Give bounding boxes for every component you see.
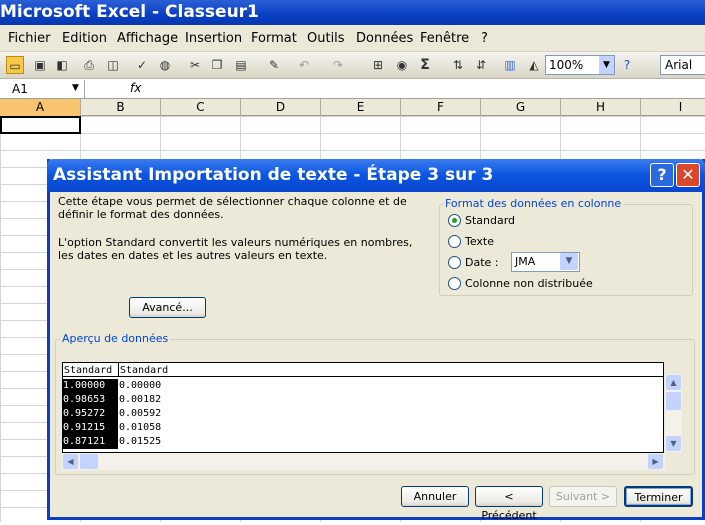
sort-ascending-icon[interactable]: ⇅ [449,56,467,74]
horizontal-scrollbar[interactable]: ◀ ▶ [62,453,665,470]
next-button[interactable]: Suivant > [549,486,617,507]
preview-group-label: Aperçu de données [60,332,171,346]
column-headers: A B C D E F G H I [0,99,705,116]
advanced-button[interactable]: Avancé... [129,297,206,318]
open-icon[interactable]: ▭ [6,56,24,74]
chevron-down-icon[interactable]: ▼ [72,83,79,93]
menu-help[interactable]: ? [481,31,488,46]
column-header[interactable]: H [561,99,641,116]
menu-bar: Fichier Edition Affichage Insertion Form… [0,25,705,52]
preview-cell: 0.00592 [119,408,162,419]
menu-outils[interactable]: Outils [307,31,345,46]
preview-cell: 0.95272 [63,407,118,421]
save-icon[interactable]: ▣ [31,56,49,74]
radio-standard-label[interactable]: Standard [465,214,515,228]
scroll-up-icon[interactable]: ▲ [666,375,681,390]
preview-header[interactable]: Standard [120,365,168,376]
preview-cell: 1.00000 [63,379,118,393]
standard-toolbar: ▭ ▣ ◧ ⎙ ◫ ✓ ◍ ✂ ❐ ▤ ✎ ↶ ↷ ⊞ ◉ Σ ⇅ ⇵ ▥ ◭ … [0,52,705,79]
preview-cell: 0.91215 [63,421,118,435]
column-header[interactable]: C [161,99,241,116]
window-title: Microsoft Excel - Classeur1 [0,0,705,25]
intro-text: Cette étape vous permet de sélectionner … [58,195,407,208]
menu-fichier[interactable]: Fichier [8,31,51,46]
help-icon[interactable]: ? [618,56,636,74]
menu-fenetre[interactable]: Fenêtre [420,31,469,46]
sort-descending-icon[interactable]: ⇵ [472,56,490,74]
function-icon[interactable]: fx [130,81,141,95]
help-button[interactable]: ? [650,163,674,187]
copy-icon[interactable]: ❐ [208,56,226,74]
font-select[interactable]: Arial [660,55,705,75]
menu-insertion[interactable]: Insertion [185,31,242,46]
radio-text[interactable] [448,235,461,248]
preview-divider [118,363,119,377]
column-header[interactable]: B [81,99,161,116]
autosum-icon[interactable]: Σ [416,56,434,74]
radio-text-label[interactable]: Texte [465,235,494,249]
preview-cell: 0.00000 [119,380,162,391]
print-preview-icon[interactable]: ◫ [104,56,122,74]
column-header[interactable]: A [0,99,81,116]
scroll-right-icon[interactable]: ▶ [648,454,663,469]
spelling-icon[interactable]: ✓ [133,56,151,74]
menu-edition[interactable]: Edition [62,31,107,46]
permission-icon[interactable]: ◧ [53,56,71,74]
intro-text: définir le format des données. [58,208,224,221]
print-icon[interactable]: ⎙ [80,56,98,74]
radio-skip[interactable] [448,277,461,290]
intro-text: L'option Standard convertit les valeurs … [58,236,413,249]
menu-format[interactable]: Format [251,31,297,46]
chart-wizard-icon[interactable]: ▥ [501,56,519,74]
data-preview[interactable]: Standard Standard 1.00000 0.98653 0.9527… [62,362,664,453]
intro-text: les dates en dates et les autres valeurs… [58,249,328,262]
dialog-title: Assistant Importation de texte - Étape 3… [47,159,705,192]
menu-affichage[interactable]: Affichage [117,31,178,46]
column-header[interactable]: F [401,99,481,116]
previous-button[interactable]: < Précédent [475,486,543,522]
preview-cell: 0.00182 [119,394,162,405]
close-button[interactable]: ✕ [676,163,700,187]
scroll-left-icon[interactable]: ◀ [63,454,78,469]
hyperlink-icon[interactable]: ⊞ [369,56,387,74]
radio-skip-label[interactable]: Colonne non distribuée [465,277,593,291]
undo-icon[interactable]: ↶ [295,56,313,74]
preview-cell: 0.01525 [119,436,162,447]
preview-cell: 0.87121 [63,435,118,449]
radio-standard[interactable] [448,214,461,227]
preview-header[interactable]: Standard [64,365,112,376]
preview-cell: 0.01058 [119,422,162,433]
menu-donnees[interactable]: Données [356,31,413,46]
preview-cell: 0.98653 [63,393,118,407]
chevron-down-icon[interactable]: ▼ [599,56,614,74]
research-icon[interactable]: ◍ [156,56,174,74]
scroll-down-icon[interactable]: ▼ [666,436,681,451]
selected-cell[interactable] [0,116,81,134]
paste-icon[interactable]: ▤ [232,56,250,74]
redo-icon[interactable]: ↷ [329,56,347,74]
column-header[interactable]: E [321,99,401,116]
cut-icon[interactable]: ✂ [186,56,204,74]
scroll-thumb[interactable] [80,454,98,469]
vertical-scrollbar[interactable]: ▲ ▼ [665,374,682,452]
format-group-label: Format des données en colonne [443,197,624,211]
radio-date-label[interactable]: Date : [465,256,499,270]
globe-icon[interactable]: ◉ [393,56,411,74]
scroll-thumb[interactable] [666,392,681,410]
chevron-down-icon[interactable]: ▼ [560,253,578,270]
finish-button[interactable]: Terminer [624,486,693,507]
column-header[interactable]: G [481,99,561,116]
formula-bar: A1 ▼ fx [0,80,705,99]
cancel-button[interactable]: Annuler [401,486,469,507]
drawing-icon[interactable]: ◭ [525,56,543,74]
column-header[interactable]: D [241,99,321,116]
format-painter-icon[interactable]: ✎ [265,56,283,74]
radio-date[interactable] [448,256,461,269]
dialog-title-text: Assistant Importation de texte - Étape 3… [53,165,494,185]
column-header[interactable]: I [641,99,705,116]
